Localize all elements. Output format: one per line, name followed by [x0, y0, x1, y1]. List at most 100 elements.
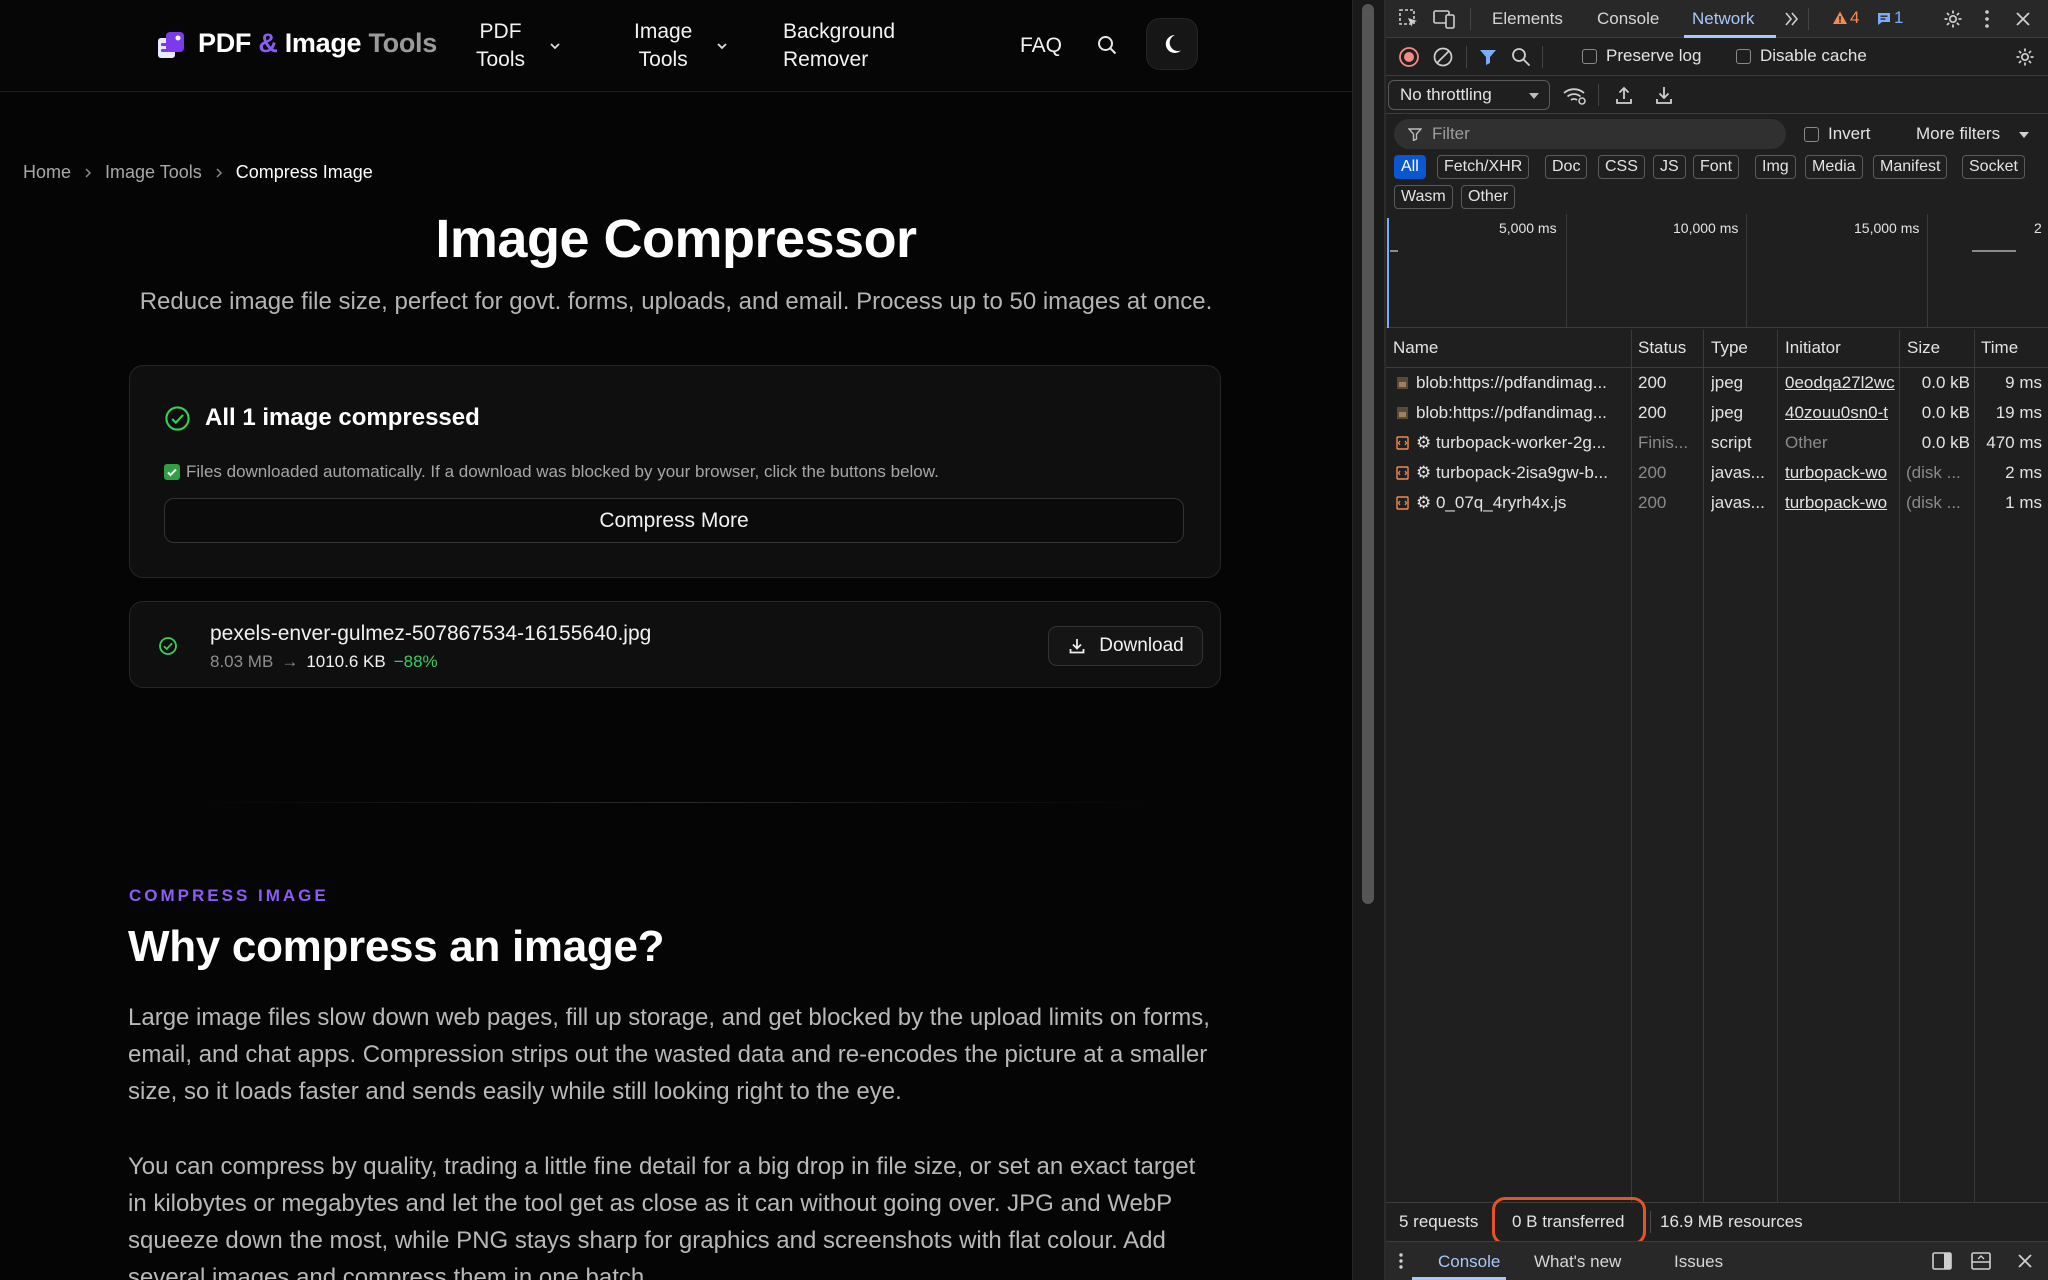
- request-row[interactable]: ⚙ turbopack-worker-2g... Finis... script…: [1386, 428, 2048, 458]
- page-scrollbar[interactable]: [1352, 0, 1384, 1280]
- disable-cache-checkbox[interactable]: [1736, 49, 1751, 64]
- more-tabs-chevron-icon[interactable]: [1782, 10, 1802, 28]
- filter-input[interactable]: Filter: [1394, 119, 1786, 149]
- network-conditions-wifi-icon[interactable]: [1562, 85, 1588, 107]
- disable-cache-label[interactable]: Disable cache: [1760, 46, 1867, 66]
- settings-gear-icon[interactable]: [1942, 8, 1964, 30]
- warning-icon[interactable]: [1832, 10, 1848, 26]
- drawer-menu-kebab-icon[interactable]: [1396, 1251, 1406, 1271]
- invert-checkbox[interactable]: [1804, 127, 1819, 142]
- theme-toggle-button[interactable]: [1146, 18, 1198, 70]
- drawer-tab-console[interactable]: Console: [1438, 1252, 1500, 1272]
- file-size-info: 8.03 MB → 1010.6 KB −88%: [210, 652, 438, 672]
- tab-elements[interactable]: Elements: [1492, 9, 1563, 29]
- dropdown-caret-icon: [1529, 93, 1539, 99]
- request-row[interactable]: blob:https://pdfandimag... 200 jpeg 0eod…: [1386, 368, 2048, 398]
- nav-faq[interactable]: FAQ: [1020, 32, 1062, 60]
- inspect-element-icon[interactable]: [1398, 8, 1420, 30]
- chevron-down-icon: [550, 43, 560, 50]
- undock-drawer-icon[interactable]: [1970, 1251, 1992, 1271]
- column-header-time[interactable]: Time: [1981, 338, 2018, 358]
- request-initiator-link[interactable]: turbopack-wo: [1785, 463, 1897, 483]
- type-filter-all[interactable]: All: [1394, 155, 1426, 179]
- request-row[interactable]: blob:https://pdfandimag... 200 jpeg 40zo…: [1386, 398, 2048, 428]
- file-name: pexels-enver-gulmez-507867534-16155640.j…: [210, 622, 652, 645]
- page-subtitle: Reduce image file size, perfect for govt…: [139, 288, 1213, 315]
- search-icon[interactable]: [1510, 46, 1532, 68]
- logo-text: PDF & Image Tools: [198, 28, 437, 59]
- drawer-tab-issues[interactable]: Issues: [1674, 1252, 1723, 1272]
- section-title: Why compress an image?: [128, 922, 665, 971]
- compress-more-button[interactable]: Compress More: [164, 498, 1184, 543]
- download-label: Download: [1099, 635, 1184, 656]
- column-header-size[interactable]: Size: [1907, 338, 1940, 358]
- nav-background-remover[interactable]: Background Remover: [783, 18, 895, 74]
- type-filter-img[interactable]: Img: [1755, 155, 1796, 179]
- clear-icon[interactable]: [1432, 46, 1454, 68]
- requests-count: 5 requests: [1399, 1212, 1479, 1231]
- type-filter-fetch-xhr[interactable]: Fetch/XHR: [1437, 155, 1530, 179]
- timeline-label: 15,000 ms: [1854, 220, 1920, 236]
- network-settings-gear-icon[interactable]: [2014, 46, 2036, 68]
- result-header: All 1 image compressed: [164, 404, 480, 432]
- nav-image-tools[interactable]: Image Tools: [634, 18, 730, 74]
- breadcrumb-image-tools[interactable]: Image Tools: [105, 162, 202, 183]
- tab-network[interactable]: Network: [1692, 9, 1754, 29]
- type-filter-font[interactable]: Font: [1693, 155, 1740, 179]
- script-file-icon: [1396, 436, 1409, 450]
- warnings-count[interactable]: 4: [1850, 8, 1859, 28]
- tab-console[interactable]: Console: [1597, 9, 1659, 29]
- messages-count[interactable]: 1: [1894, 8, 1903, 28]
- dock-side-icon[interactable]: [1931, 1251, 1953, 1271]
- network-timeline-overview[interactable]: 5,000 ms 10,000 ms 15,000 ms 2: [1386, 214, 2048, 328]
- type-filter-socket[interactable]: Socket: [1962, 155, 2025, 179]
- drawer-tab-whats-new[interactable]: What's new: [1534, 1252, 1621, 1272]
- column-header-name[interactable]: Name: [1393, 338, 1438, 358]
- logo-pdf: PDF: [198, 28, 252, 58]
- request-row[interactable]: ⚙ turbopack-2isa9gw-b... 200 javas... tu…: [1386, 458, 2048, 488]
- request-initiator-link[interactable]: 0eodqa27l2wc: [1785, 373, 1897, 393]
- stop-recording-icon[interactable]: [1398, 46, 1420, 68]
- search-icon[interactable]: [1096, 34, 1118, 56]
- request-initiator-link[interactable]: 40zouu0sn0-t: [1785, 403, 1897, 423]
- type-filter-doc[interactable]: Doc: [1545, 155, 1588, 179]
- messages-icon[interactable]: [1876, 11, 1892, 27]
- request-type: jpeg: [1711, 373, 1744, 392]
- throttling-select[interactable]: No throttling: [1388, 80, 1550, 110]
- status-separator: [1650, 1211, 1651, 1233]
- import-har-upload-icon[interactable]: [1614, 84, 1634, 106]
- request-time: 2 ms: [2005, 463, 2042, 482]
- more-filters-dropdown[interactable]: More filters: [1916, 124, 2000, 144]
- type-filter-other[interactable]: Other: [1461, 185, 1516, 209]
- filter-icon[interactable]: [1478, 47, 1498, 67]
- type-filter-css[interactable]: CSS: [1598, 155, 1645, 179]
- nav-image-tools-label: Image Tools: [634, 20, 693, 71]
- type-filter-wasm[interactable]: Wasm: [1394, 185, 1453, 209]
- invert-label[interactable]: Invert: [1828, 124, 1871, 144]
- nav-pdf-tools[interactable]: PDF Tools: [476, 18, 563, 74]
- download-button[interactable]: Download: [1048, 626, 1203, 666]
- type-filter-manifest[interactable]: Manifest: [1873, 155, 1948, 179]
- arrow-right-icon: →: [281, 652, 299, 671]
- scrollbar-thumb[interactable]: [1362, 4, 1374, 904]
- request-row[interactable]: ⚙ 0_07q_4ryrh4x.js 200 javas... turbopac…: [1386, 488, 2048, 518]
- preserve-log-checkbox[interactable]: [1582, 49, 1597, 64]
- original-size: 8.03 MB: [210, 652, 274, 671]
- request-name: blob:https://pdfandimag...: [1416, 373, 1607, 392]
- more-options-kebab-icon[interactable]: [1981, 8, 1993, 30]
- close-drawer-icon[interactable]: [2016, 1252, 2034, 1270]
- close-icon[interactable]: [2014, 10, 2032, 28]
- column-header-initiator[interactable]: Initiator: [1785, 338, 1841, 358]
- request-name: ⚙ turbopack-2isa9gw-b...: [1416, 463, 1608, 482]
- column-header-type[interactable]: Type: [1711, 338, 1748, 358]
- type-filter-js[interactable]: JS: [1653, 155, 1686, 179]
- site-logo[interactable]: PDF & Image Tools: [156, 28, 437, 59]
- preserve-log-label[interactable]: Preserve log: [1606, 46, 1701, 66]
- export-har-download-icon[interactable]: [1654, 84, 1674, 106]
- breadcrumb-home[interactable]: Home: [23, 162, 71, 183]
- timeline-cursor: [1387, 218, 1389, 328]
- column-header-status[interactable]: Status: [1638, 338, 1686, 358]
- device-toolbar-icon[interactable]: [1432, 8, 1456, 30]
- type-filter-media[interactable]: Media: [1805, 155, 1863, 179]
- request-initiator-link[interactable]: turbopack-wo: [1785, 493, 1897, 513]
